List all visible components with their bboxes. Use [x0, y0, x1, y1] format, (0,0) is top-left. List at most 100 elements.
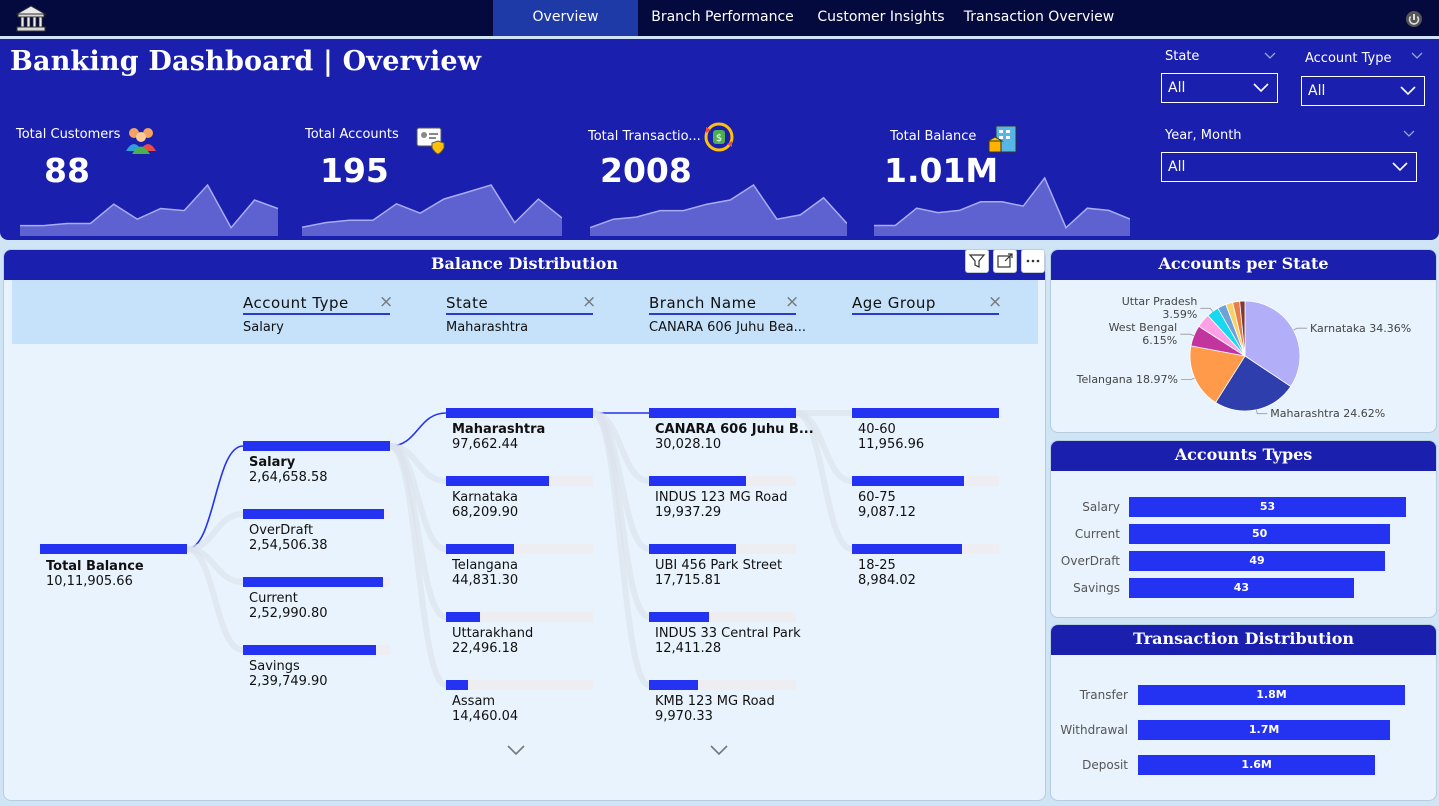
- bar-category-label: Deposit: [1082, 758, 1128, 772]
- branch-link: [186, 511, 244, 552]
- pie-label: 6.15%: [1142, 334, 1178, 348]
- root-node-bar[interactable]: [40, 544, 187, 554]
- node-value: 2,39,749.90: [249, 674, 328, 689]
- pie-label: Telangana 18.97%: [1076, 373, 1178, 387]
- node-name: INDUS 33 Central Park: [655, 626, 801, 641]
- state-dropdown[interactable]: All: [1161, 73, 1278, 103]
- node-bar[interactable]: [446, 612, 593, 622]
- node-value: 44,831.30: [452, 573, 519, 588]
- bar-category-label: Transfer: [1079, 688, 1128, 702]
- year-month-slicer-label: Year, Month: [1165, 128, 1242, 143]
- node-value: 11,956.96: [858, 437, 925, 452]
- node-value: 68,209.90: [452, 505, 519, 520]
- node-name: CANARA 606 Juhu B...: [655, 422, 814, 437]
- node-name: Maharashtra: [452, 422, 546, 437]
- node-name: Uttarakhand: [452, 626, 534, 641]
- pie-label: Uttar Pradesh: [1121, 295, 1198, 309]
- node-bar[interactable]: [649, 680, 796, 690]
- chevron-down-icon: [1400, 86, 1416, 96]
- pie-leader-line: [1256, 409, 1268, 415]
- power-icon[interactable]: [1405, 10, 1423, 28]
- node-bar-fill: [243, 509, 385, 519]
- bar-category-label: Withdrawal: [1060, 723, 1128, 737]
- chevron-down-icon[interactable]: [710, 744, 728, 756]
- node-bar[interactable]: [649, 476, 796, 486]
- node-bar-fill: [649, 680, 698, 690]
- node-bar[interactable]: [243, 441, 390, 451]
- year-month-dropdown[interactable]: All: [1161, 152, 1417, 182]
- bar[interactable]: 1.7M: [1138, 720, 1391, 740]
- node-bar[interactable]: [649, 408, 796, 418]
- state-dropdown-value: All: [1168, 80, 1186, 96]
- node-value: 8,984.02: [858, 573, 916, 588]
- node-bar[interactable]: [852, 408, 999, 418]
- node-value: 17,715.81: [655, 573, 722, 588]
- node-bar-fill: [852, 544, 963, 554]
- node-bar[interactable]: [649, 544, 796, 554]
- node-value: 97,662.44: [452, 437, 519, 452]
- node-name: 40-60: [858, 422, 896, 437]
- node-bar-fill: [446, 476, 549, 486]
- pie-leader-line: [1200, 307, 1214, 312]
- node-bar[interactable]: [649, 612, 796, 622]
- account-type-dropdown-value: All: [1308, 83, 1326, 99]
- year-month-dropdown-value: All: [1168, 159, 1186, 175]
- bar-category-label: Salary: [1082, 500, 1120, 514]
- chevron-down-icon[interactable]: [1403, 130, 1415, 138]
- node-bar[interactable]: [243, 509, 390, 519]
- node-bar[interactable]: [446, 476, 593, 486]
- node-value: 19,937.29: [655, 505, 722, 520]
- node-name: Current: [249, 591, 298, 606]
- node-bar[interactable]: [852, 544, 999, 554]
- node-name: UBI 456 Park Street: [655, 558, 783, 573]
- bar-category-label: OverDraft: [1060, 554, 1120, 568]
- node-bar-fill: [852, 476, 964, 486]
- node-bar[interactable]: [446, 544, 593, 554]
- node-bar-fill: [649, 544, 736, 554]
- chevron-down-icon[interactable]: [507, 744, 525, 756]
- node-bar[interactable]: [243, 577, 390, 587]
- active-link: [389, 412, 447, 447]
- node-bar-fill: [446, 612, 480, 622]
- node-name: 18-25: [858, 558, 896, 573]
- bar-category-label: Current: [1074, 527, 1120, 541]
- node-name: INDUS 123 MG Road: [655, 490, 788, 505]
- state-slicer-label: State: [1165, 49, 1200, 64]
- node-bar-fill: [446, 408, 593, 418]
- node-value: 9,970.33: [655, 709, 713, 724]
- bar[interactable]: 1.8M: [1138, 685, 1405, 705]
- node-bar[interactable]: [243, 645, 390, 655]
- node-name: Telangana: [452, 558, 518, 573]
- bar-category-label: Savings: [1073, 581, 1120, 595]
- node-bar-fill: [446, 680, 469, 690]
- bar[interactable]: 50: [1129, 524, 1391, 544]
- bar[interactable]: 1.6M: [1138, 755, 1376, 775]
- chevron-down-icon: [1253, 83, 1269, 93]
- chevron-down-icon[interactable]: [1411, 52, 1423, 60]
- chevron-down-icon: [1392, 162, 1408, 172]
- node-bar-fill: [649, 612, 710, 622]
- pie-leader-line: [1180, 333, 1195, 337]
- node-bar[interactable]: [446, 408, 593, 418]
- node-bar[interactable]: [446, 680, 593, 690]
- node-bar[interactable]: [852, 476, 999, 486]
- node-bar-fill: [649, 408, 796, 418]
- account-type-slicer-label: Account Type: [1305, 51, 1392, 66]
- bar[interactable]: 43: [1129, 578, 1354, 598]
- node-name: KMB 123 MG Road: [655, 694, 775, 709]
- account-type-dropdown[interactable]: All: [1301, 76, 1425, 106]
- pie-label: 3.59%: [1162, 308, 1198, 322]
- node-name: OverDraft: [249, 523, 314, 538]
- node-name: Salary: [249, 455, 296, 470]
- transaction-distribution-title: Transaction Distribution: [1051, 625, 1436, 655]
- bar[interactable]: 49: [1129, 551, 1386, 571]
- root-node-name: Total Balance: [46, 559, 144, 574]
- node-value: 12,411.28: [655, 641, 722, 656]
- node-value: 30,028.10: [655, 437, 722, 452]
- node-value: 2,52,990.80: [249, 606, 328, 621]
- node-value: 9,087.12: [858, 505, 916, 520]
- node-name: Karnataka: [452, 490, 518, 505]
- bar[interactable]: 53: [1129, 497, 1406, 517]
- node-value: 22,496.18: [452, 641, 519, 656]
- chevron-down-icon[interactable]: [1264, 52, 1276, 60]
